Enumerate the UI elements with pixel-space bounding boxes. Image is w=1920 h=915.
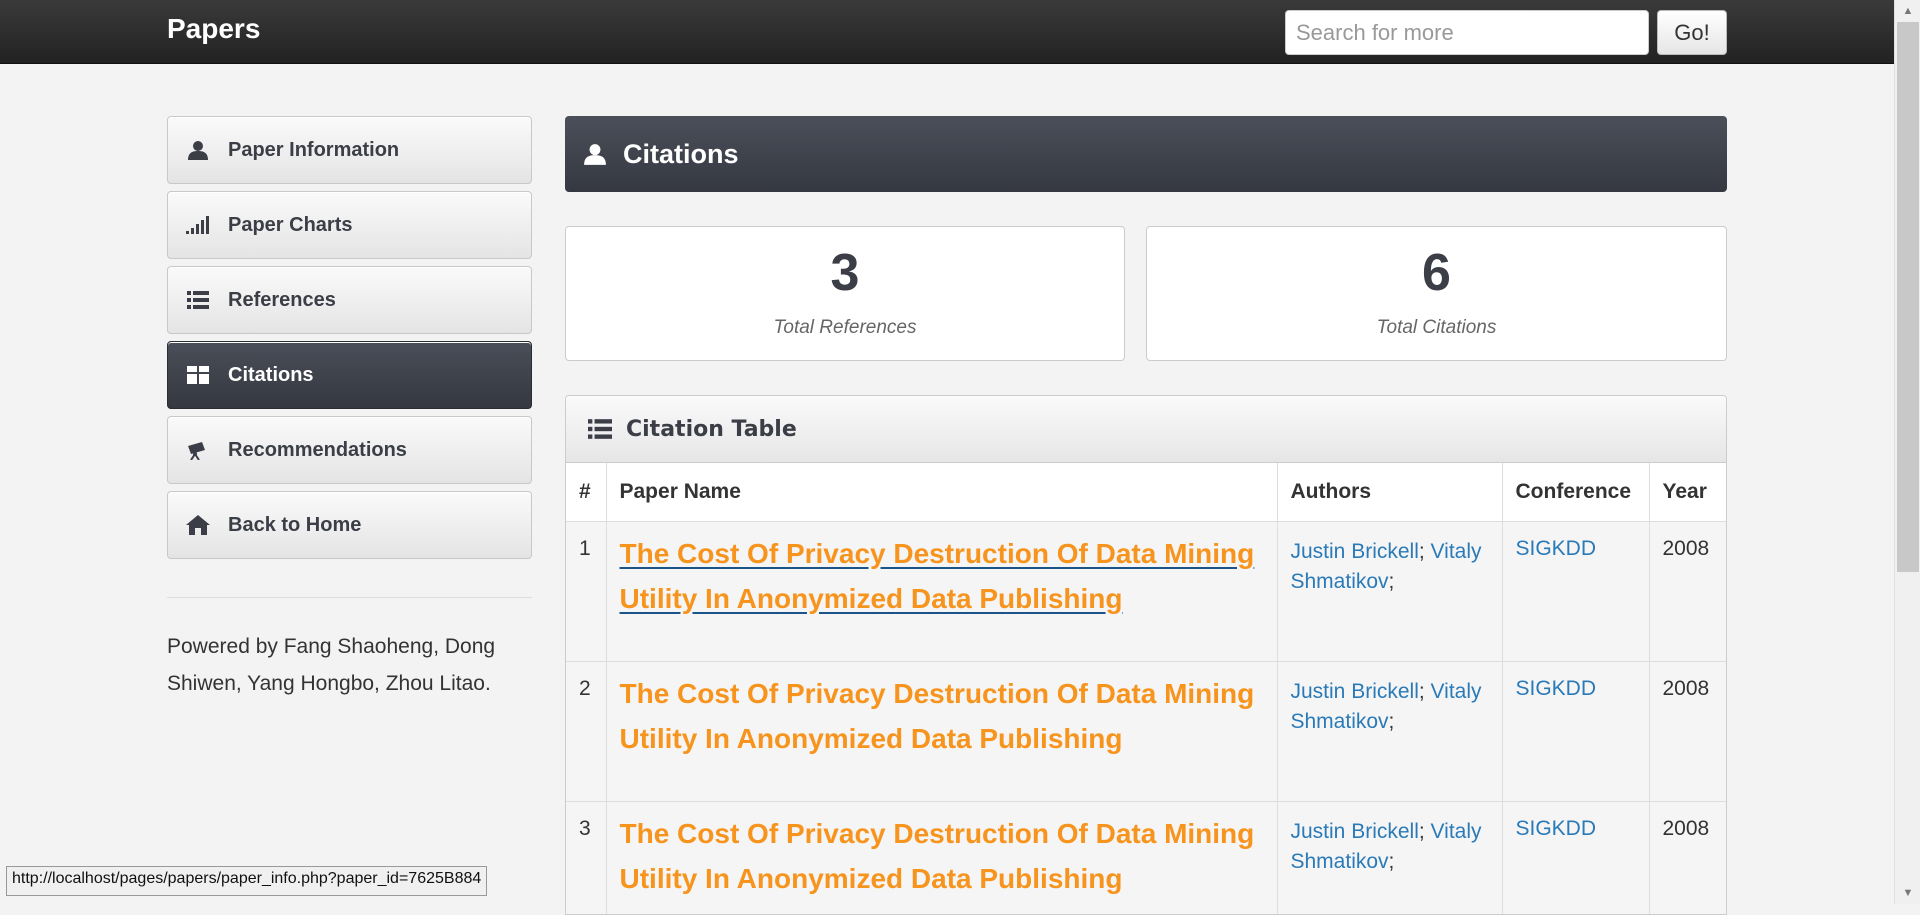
- stat-value: 6: [1422, 244, 1451, 302]
- grid-icon: [185, 362, 211, 388]
- table-panel-header: Citation Table: [566, 396, 1726, 463]
- page-title-bar: Citations: [565, 116, 1727, 192]
- page-title: Citations: [623, 138, 739, 169]
- search-input[interactable]: [1285, 10, 1649, 55]
- sidebar-item-label: Paper Information: [228, 138, 400, 161]
- table-row: 2 The Cost Of Privacy Destruction Of Dat…: [566, 661, 1726, 802]
- credits-text: Powered by Fang Shaoheng, Dong Shiwen, Y…: [167, 635, 496, 695]
- conference-link[interactable]: SIGKDD: [1516, 817, 1597, 840]
- citation-table: # Paper Name Authors Conference Year 1 T…: [566, 463, 1726, 914]
- year-cell: 2008: [1649, 801, 1726, 914]
- author-link[interactable]: Justin Brickell: [1291, 540, 1419, 563]
- column-header-number[interactable]: #: [566, 463, 607, 522]
- sidebar-item-citations[interactable]: Citations: [167, 341, 532, 409]
- table-header-row: # Paper Name Authors Conference Year: [566, 463, 1726, 522]
- paper-title-link[interactable]: The Cost Of Privacy Destruction Of Data …: [620, 671, 1264, 761]
- sidebar-item-paper-charts[interactable]: Paper Charts: [167, 191, 532, 259]
- paper-title-link[interactable]: The Cost Of Privacy Destruction Of Data …: [620, 531, 1264, 621]
- signal-bars-icon: [185, 212, 211, 238]
- page-scrollbar[interactable]: ▲ ▼: [1894, 0, 1920, 904]
- user-icon: [185, 137, 211, 163]
- author-link[interactable]: Justin Brickell: [1291, 680, 1419, 703]
- row-number: 1: [566, 521, 607, 662]
- year-cell: 2008: [1649, 521, 1726, 662]
- list-icon: [588, 419, 612, 439]
- home-icon: [185, 512, 211, 538]
- table-row: 3 The Cost Of Privacy Destruction Of Dat…: [566, 801, 1726, 914]
- stat-label: Total Citations: [1376, 317, 1497, 338]
- column-header-year[interactable]: Year: [1649, 463, 1726, 522]
- sidebar-item-paper-information[interactable]: Paper Information: [167, 116, 532, 184]
- user-icon: [583, 142, 607, 166]
- column-header-paper-name[interactable]: Paper Name: [606, 463, 1278, 522]
- sidebar-item-label: Citations: [228, 363, 314, 386]
- paper-title-link[interactable]: The Cost Of Privacy Destruction Of Data …: [620, 811, 1264, 901]
- sidebar-item-recommendations[interactable]: Recommendations: [167, 416, 532, 484]
- brand-logo[interactable]: Papers: [167, 13, 260, 45]
- sidebar: Paper Information Paper Charts Reference…: [167, 116, 532, 566]
- list-icon: [185, 287, 211, 313]
- table-row: 1 The Cost Of Privacy Destruction Of Dat…: [566, 521, 1726, 662]
- stat-total-references: 3 Total References: [565, 226, 1125, 361]
- column-header-conference[interactable]: Conference: [1502, 463, 1650, 522]
- sidebar-item-label: Recommendations: [228, 438, 407, 461]
- conference-link[interactable]: SIGKDD: [1516, 677, 1597, 700]
- scrollbar-thumb[interactable]: [1897, 22, 1919, 572]
- column-header-authors[interactable]: Authors: [1277, 463, 1503, 522]
- row-number: 2: [566, 661, 607, 802]
- stat-value: 3: [830, 244, 860, 302]
- stat-label: Total References: [773, 317, 917, 338]
- sidebar-item-references[interactable]: References: [167, 266, 532, 334]
- stat-total-citations: 6 Total Citations: [1146, 226, 1727, 361]
- conference-link[interactable]: SIGKDD: [1516, 537, 1597, 560]
- sidebar-divider: [167, 597, 532, 598]
- author-link[interactable]: Justin Brickell: [1291, 820, 1419, 843]
- sidebar-item-label: References: [228, 288, 336, 311]
- top-navbar: Papers Go!: [0, 0, 1894, 64]
- year-cell: 2008: [1649, 661, 1726, 802]
- scroll-up-icon[interactable]: ▲: [1895, 0, 1920, 22]
- scroll-down-icon[interactable]: ▼: [1895, 882, 1920, 904]
- status-bar-url: http://localhost/pages/papers/paper_info…: [6, 866, 488, 896]
- sidebar-item-label: Paper Charts: [228, 213, 353, 236]
- telescope-icon: [185, 437, 211, 463]
- sidebar-item-label: Back to Home: [228, 513, 362, 536]
- sidebar-item-back-to-home[interactable]: Back to Home: [167, 491, 532, 559]
- row-number: 3: [566, 801, 607, 914]
- go-button[interactable]: Go!: [1657, 10, 1727, 55]
- citation-table-panel: Citation Table # Paper Name Authors Conf…: [565, 395, 1727, 915]
- table-title: Citation Table: [626, 416, 797, 442]
